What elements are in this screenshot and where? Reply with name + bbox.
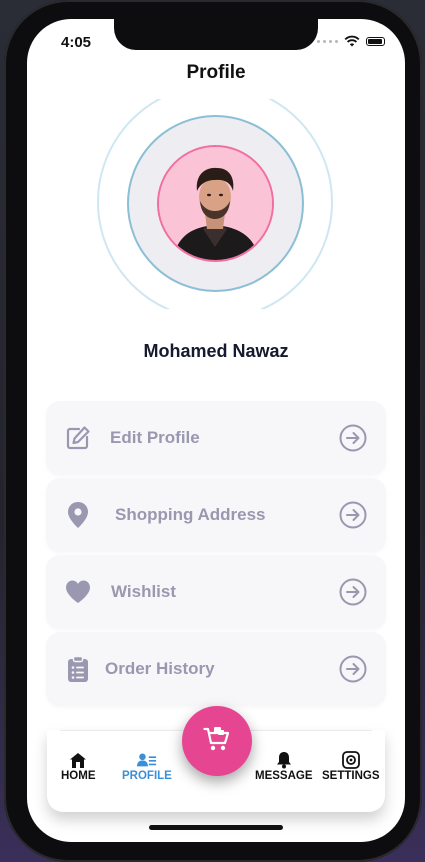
device-notch [114, 19, 318, 50]
tab-label: MESSAGE [255, 770, 313, 782]
bell-icon [274, 751, 294, 769]
tab-profile[interactable]: PROFILE [122, 751, 172, 782]
profile-icon [136, 751, 157, 769]
avatar[interactable] [157, 145, 274, 262]
arrow-right-circle-icon[interactable] [339, 424, 367, 452]
tab-message[interactable]: MESSAGE [255, 751, 313, 782]
menu-item-edit-profile[interactable]: Edit Profile [46, 401, 386, 475]
app-screen: 4:05 Profile Mohamed Nawaz Edit Profile … [27, 19, 405, 842]
page-title: Profile [186, 62, 246, 83]
arrow-right-circle-icon[interactable] [339, 578, 367, 606]
heart-icon [64, 578, 92, 606]
tab-home[interactable]: HOME [61, 751, 96, 782]
settings-icon [341, 751, 361, 769]
signal-dots-icon [317, 39, 338, 43]
clipboard-icon [64, 655, 92, 683]
menu-item-order-history[interactable]: Order History [46, 632, 386, 706]
cart-fab-button[interactable] [182, 706, 252, 776]
status-icons [317, 35, 385, 47]
user-name: Mohamed Nawaz [143, 341, 289, 361]
status-time: 4:05 [61, 34, 92, 51]
menu-item-label: Order History [105, 659, 215, 678]
menu-item-label: Shopping Address [115, 505, 266, 524]
menu-item-label: Wishlist [111, 582, 177, 601]
tab-settings[interactable]: SETTINGS [322, 751, 380, 782]
menu-item-wishlist[interactable]: Wishlist [46, 555, 386, 629]
battery-icon [366, 36, 385, 46]
avatar-area [93, 99, 337, 309]
arrow-right-circle-icon[interactable] [339, 501, 367, 529]
edit-icon [64, 424, 92, 452]
tab-label: HOME [61, 770, 96, 782]
location-pin-icon [64, 501, 92, 529]
home-icon [68, 751, 88, 769]
home-indicator[interactable] [149, 825, 283, 830]
cart-icon [203, 726, 231, 757]
wifi-icon [344, 35, 360, 47]
user-photo [159, 147, 272, 260]
tab-label: SETTINGS [322, 770, 380, 782]
phone-frame: 4:05 Profile Mohamed Nawaz Edit Profile … [4, 0, 422, 862]
menu-item-label: Edit Profile [110, 428, 200, 447]
arrow-right-circle-icon[interactable] [339, 655, 367, 683]
menu-item-shopping-address[interactable]: Shopping Address [46, 478, 386, 552]
tab-label: PROFILE [122, 770, 172, 782]
